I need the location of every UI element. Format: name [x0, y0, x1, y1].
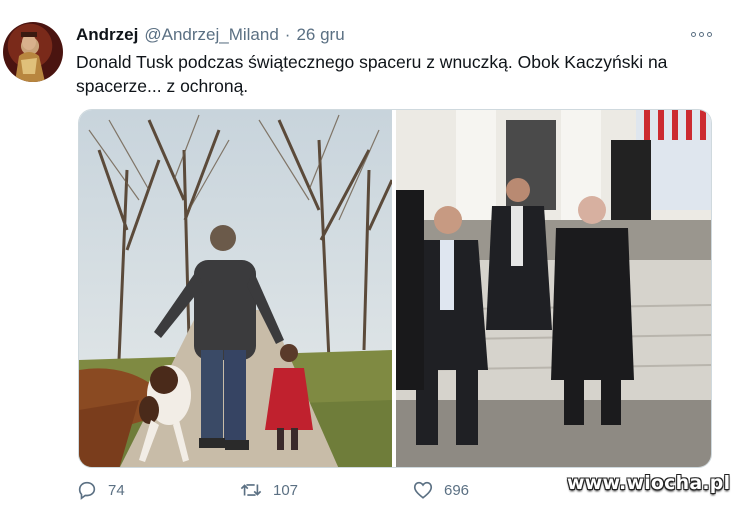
like-icon [413, 481, 433, 499]
walk-with-granddaughter-photo[interactable] [79, 110, 392, 468]
author-handle[interactable]: @Andrzej_Miland [144, 25, 278, 45]
walk-with-security-photo[interactable] [396, 110, 712, 468]
reply-count: 74 [108, 481, 125, 499]
reply-icon [78, 481, 96, 500]
tweet-media[interactable] [78, 109, 712, 468]
like-count: 696 [444, 481, 470, 499]
more-icon[interactable] [688, 24, 714, 44]
tweet-date[interactable]: 26 gru [296, 25, 344, 45]
author-name[interactable]: Andrzej [76, 25, 138, 45]
avatar[interactable] [3, 22, 63, 82]
tweet-header: Andrzej @Andrzej_Miland · 26 gru [76, 24, 345, 46]
watermark: www.wiocha.pl [567, 472, 731, 494]
retweet-action[interactable]: 107 [239, 479, 298, 501]
tweet-card[interactable]: Andrzej @Andrzej_Miland · 26 gru Donald … [0, 0, 750, 511]
reply-action[interactable]: 74 [76, 479, 125, 501]
separator-dot: · [284, 25, 291, 44]
retweet-count: 107 [273, 481, 299, 499]
tweet-text: Donald Tusk podczas świątecznego spaceru… [76, 52, 668, 96]
like-action[interactable]: 696 [412, 479, 469, 501]
retweet-icon [240, 484, 262, 496]
